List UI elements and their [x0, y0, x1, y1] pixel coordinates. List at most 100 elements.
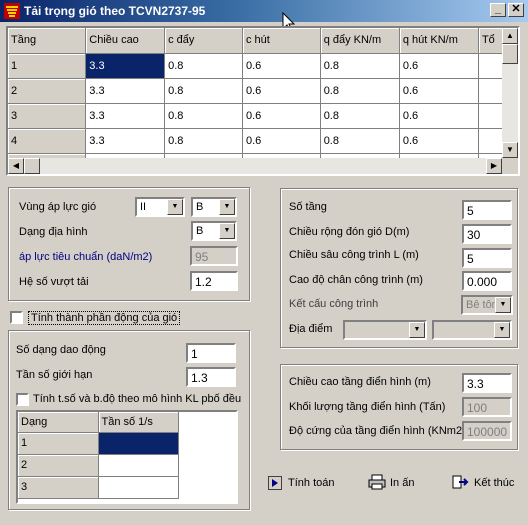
terrain-value: B — [196, 225, 204, 237]
chevron-down-icon[interactable]: ▼ — [167, 199, 183, 215]
grid-row-header[interactable]: 2 — [8, 78, 87, 104]
grid-header-c-push[interactable]: c đẩy — [164, 28, 243, 54]
wind-load-grid[interactable]: Tầng Chiều cao c đẩy c hút q đẩy KN/m q … — [6, 26, 520, 176]
minimize-button[interactable]: _ — [490, 3, 506, 17]
grid-cell[interactable]: 0.8 — [164, 78, 243, 104]
grid-header-height[interactable]: Chiều cao — [85, 28, 166, 54]
zone-combo[interactable]: II ▼ — [135, 197, 185, 217]
typical-stiffness-field[interactable]: 100000 — [462, 421, 512, 441]
window-title: Tải trọng gió theo TCVN2737-95 — [24, 4, 206, 18]
base-field[interactable]: 0.000 — [462, 271, 512, 291]
terrain-combo[interactable]: B ▼ — [191, 221, 237, 241]
grid-cell[interactable]: 0.6 — [242, 78, 321, 104]
grid-cell[interactable]: 0.6 — [242, 103, 321, 129]
grid-header-c-suck[interactable]: c hút — [242, 28, 321, 54]
structure-combo[interactable]: Bê tông ▼ — [461, 295, 513, 315]
mode-cell[interactable] — [98, 432, 179, 455]
mode-header-freq[interactable]: Tần số 1/s — [98, 412, 179, 433]
mode-table[interactable]: Dạng Tần số 1/s 1 2 3 — [16, 410, 238, 504]
close-button[interactable]: ✕ — [508, 3, 524, 17]
print-button[interactable]: In ấn — [368, 474, 428, 496]
grid-cell[interactable]: 3.3 — [85, 128, 166, 154]
grid-cell[interactable]: 0.6 — [399, 78, 479, 104]
location-combo-2[interactable]: ▼ — [432, 320, 512, 340]
chevron-down-icon[interactable]: ▼ — [495, 297, 511, 313]
grid-cell[interactable]: 0.8 — [164, 103, 243, 129]
chevron-down-icon[interactable]: ▼ — [494, 322, 510, 338]
mode-row-header[interactable]: 1 — [18, 432, 99, 455]
location-label: Địa điểm — [289, 323, 333, 335]
base-label: Cao độ chân công trình (m) — [289, 274, 423, 286]
grid-cell[interactable]: 0.8 — [164, 53, 243, 79]
dynamic-check-label[interactable]: Tính thành phần động của gió — [28, 311, 181, 325]
mode-cell[interactable] — [98, 454, 179, 477]
factor-field[interactable]: 1.2 — [190, 271, 238, 291]
grid-header-row: Tầng Chiều cao c đẩy c hút q đẩy KN/m q … — [8, 28, 518, 54]
grid-cell[interactable]: 0.8 — [320, 53, 400, 79]
printer-icon — [368, 474, 386, 490]
mode-count-field[interactable]: 1 — [186, 343, 236, 363]
play-icon — [268, 476, 282, 490]
grid-cell[interactable]: 0.6 — [399, 103, 479, 129]
depth-field[interactable]: 5 — [462, 248, 512, 268]
grid-cell[interactable]: 3.3 — [85, 53, 166, 79]
grid-cell[interactable]: 0.8 — [320, 78, 400, 104]
calc-mode-check-label[interactable]: Tính t.số và b.độ theo mô hình KL pbố đề… — [33, 393, 241, 405]
grid-header-floor[interactable]: Tầng — [8, 28, 87, 54]
depth-label: Chiều sâu công trình L (m) — [289, 249, 419, 261]
zone-label: Vùng áp lực gió — [19, 201, 97, 213]
grid-cell[interactable]: 0.8 — [320, 128, 400, 154]
exit-button[interactable]: Kết thúc — [452, 474, 518, 496]
grid-cell[interactable]: 0.6 — [242, 128, 321, 154]
grid-header-q-suck[interactable]: q hút KN/m — [399, 28, 479, 54]
grid-cell[interactable]: 0.6 — [399, 53, 479, 79]
grid-cell[interactable]: 0.8 — [320, 103, 400, 129]
mode-row-header[interactable]: 3 — [18, 476, 99, 499]
typical-mass-label: Khối lượng tầng điển hình (Tấn) — [289, 401, 446, 413]
grid-row-header[interactable]: 3 — [8, 103, 87, 129]
pressure-field[interactable]: 95 — [190, 246, 238, 266]
scroll-right-icon[interactable]: ▶ — [486, 158, 502, 174]
grid-vertical-scrollbar[interactable]: ▲ ▼ — [502, 28, 518, 158]
grid-cell[interactable]: 3.3 — [85, 103, 166, 129]
width-label: Chiều rộng đón gió D(m) — [289, 226, 410, 238]
mode-row-header[interactable]: 2 — [18, 454, 99, 477]
grid-horizontal-scrollbar[interactable]: ◀ ▶ — [8, 158, 502, 174]
width-field[interactable]: 30 — [462, 224, 512, 244]
exit-label: Kết thúc — [474, 477, 515, 489]
vertical-scroll-thumb[interactable] — [502, 44, 518, 64]
mode-cell[interactable] — [98, 476, 179, 499]
calculate-label: Tính toán — [288, 477, 335, 489]
typical-height-field[interactable]: 3.3 — [462, 373, 512, 393]
horizontal-scroll-thumb[interactable] — [24, 158, 40, 174]
scroll-left-icon[interactable]: ◀ — [8, 158, 24, 174]
location-combo-1[interactable]: ▼ — [343, 320, 427, 340]
typical-mass-field[interactable]: 100 — [462, 397, 512, 417]
freq-limit-field[interactable]: 1.3 — [186, 367, 236, 387]
title-bar[interactable]: Tải trọng gió theo TCVN2737-95 _ ✕ — [0, 0, 528, 33]
floors-field[interactable]: 5 — [462, 200, 512, 220]
chevron-down-icon[interactable]: ▼ — [409, 322, 425, 338]
chevron-down-icon[interactable]: ▼ — [219, 223, 235, 239]
dynamic-checkbox[interactable] — [10, 311, 23, 324]
exit-door-icon — [452, 475, 469, 489]
mode-header-shape[interactable]: Dạng — [18, 412, 99, 433]
typical-height-label: Chiều cao tầng điển hình (m) — [289, 376, 431, 388]
zone-sub-combo[interactable]: B ▼ — [191, 197, 237, 217]
mode-grid-table: Dạng Tần số 1/s 1 2 3 — [18, 412, 179, 499]
calculate-button[interactable]: Tính toán — [266, 474, 342, 496]
scroll-up-icon[interactable]: ▲ — [502, 28, 518, 44]
grid-row-header[interactable]: 4 — [8, 128, 87, 154]
grid-cell[interactable]: 0.8 — [164, 128, 243, 154]
zone-value: II — [140, 201, 147, 213]
scroll-down-icon[interactable]: ▼ — [502, 142, 518, 158]
grid-cell[interactable]: 0.6 — [399, 128, 479, 154]
table-row: 4 3.3 0.8 0.6 0.8 0.6 — [8, 128, 518, 154]
chevron-down-icon[interactable]: ▼ — [219, 199, 235, 215]
grid-cell[interactable]: 0.6 — [242, 53, 321, 79]
grid-header-q-push[interactable]: q đẩy KN/m — [320, 28, 400, 54]
grid-cell[interactable]: 3.3 — [85, 78, 166, 104]
grid-row-header[interactable]: 1 — [8, 53, 87, 79]
calc-mode-checkbox[interactable] — [16, 393, 29, 406]
app-icon — [4, 3, 20, 19]
